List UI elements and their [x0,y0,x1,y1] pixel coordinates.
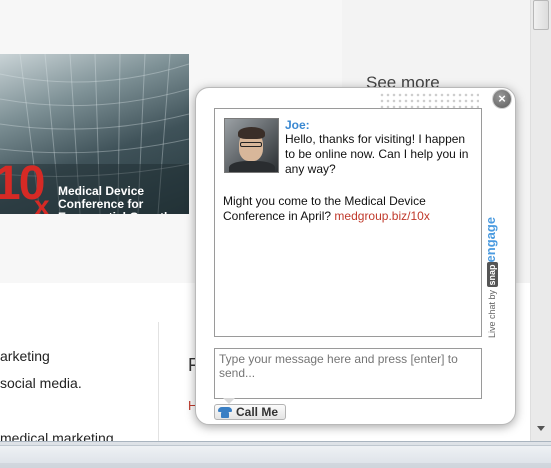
brand-engage: engage [483,216,498,263]
followup-message: Might you come to the Medical Device Con… [223,194,473,224]
body-text-line-3: medical marketing [0,430,114,441]
call-me-button[interactable]: Call Me [214,404,286,420]
conference-banner[interactable]: 10 x Medical Device Conference for Expon… [0,54,189,214]
scroll-down-icon[interactable] [537,426,545,431]
vertical-scrollbar[interactable] [530,0,551,441]
close-icon[interactable]: × [493,90,511,108]
brand-snap: snap [487,262,498,288]
horizontal-scrollbar[interactable] [0,441,551,468]
body-text-line-1: arketing [0,348,50,364]
message-input[interactable] [215,349,481,398]
scrollbar-thumb[interactable] [533,0,549,30]
agent-avatar [224,118,279,173]
conference-link[interactable]: medgroup.biz/10x [334,209,429,223]
brand-prefix: Live chat by [487,289,497,338]
chat-transcript: Joe: Hello, thanks for visiting! I happe… [214,108,482,337]
chat-popup: × Joe: Hello, thanks for visiting! I hap… [195,87,516,425]
body-text-line-2: social media. [0,375,82,391]
agent-message: Hello, thanks for visiting! I happen to … [285,132,469,176]
agent-name: Joe: [285,118,310,132]
banner-suffix: x [34,190,50,215]
status-bar [0,445,551,463]
brand-logo[interactable]: Live chat by snapengage [483,198,498,338]
call-me-label: Call Me [236,405,279,419]
banner-caption: Medical Device Conference for Exponentia… [58,184,171,215]
column-divider [158,322,159,441]
drag-handle[interactable] [379,92,479,108]
message-input-box[interactable] [214,348,482,404]
phone-icon [218,406,232,418]
